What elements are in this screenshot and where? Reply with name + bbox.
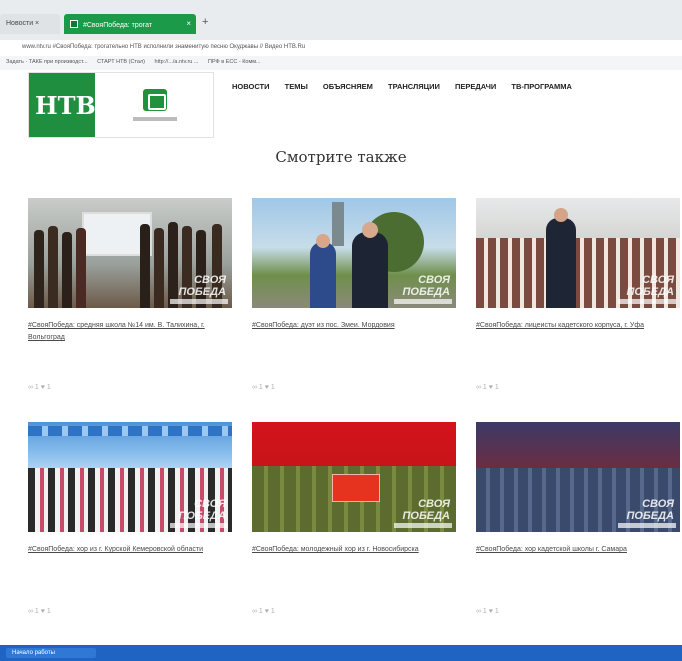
nav-item-broadcasts[interactable]: ТРАНСЛЯЦИИ xyxy=(388,82,440,91)
video-card[interactable]: СВОЯ ПОБЕДА #СвояПобеда: лицеисты кадетс… xyxy=(476,198,680,418)
browser-tab-strip: Новости × #СвояПобеда: трогат × + xyxy=(0,0,682,40)
video-thumbnail[interactable]: СВОЯ ПОБЕДА xyxy=(476,198,680,308)
page-content: НТВ НОВОСТИ ТЕМЫ ОБЪЯСНЯЕМ ТРАНСЛЯЦИИ ПЕ… xyxy=(0,70,682,650)
video-stats: ∞ 1 ♥ 1 xyxy=(476,384,499,391)
watermark-text: СВОЯ ПОБЕДА xyxy=(402,274,450,298)
video-card[interactable]: СВОЯ ПОБЕДА #СвояПобеда: дуэт из пос. Зм… xyxy=(252,198,456,418)
video-thumbnail[interactable]: СВОЯ ПОБЕДА xyxy=(252,422,456,532)
nav-item-explain[interactable]: ОБЪЯСНЯЕМ xyxy=(323,82,373,91)
bookmarks-bar: Задать · ТАКЕ при производст... СТАРТ НТ… xyxy=(0,56,682,70)
video-card[interactable]: СВОЯ ПОБЕДА #СвояПобеда: средняя школа №… xyxy=(28,198,232,418)
taskbar-start-button[interactable]: Начало работы xyxy=(6,648,96,658)
address-bar[interactable]: www.ntv.ru #СвояПобеда: трогательно НТВ … xyxy=(0,40,682,56)
video-title-link[interactable]: #СвояПобеда: средняя школа №14 им. В. Та… xyxy=(28,320,232,344)
tab-label: #СвояПобеда: трогат xyxy=(82,22,153,29)
video-stats: ∞ 1 ♥ 1 xyxy=(28,384,51,391)
video-card[interactable]: СВОЯ ПОБЕДА #СвояПобеда: молодежный хор … xyxy=(252,422,456,642)
new-tab-button[interactable]: + xyxy=(202,16,208,28)
video-card[interactable]: СВОЯ ПОБЕДА #СвояПобеда: хор из г. Курск… xyxy=(28,422,232,642)
ntv-logo-text: НТВ xyxy=(35,91,96,120)
watermark-text: СВОЯ ПОБЕДА xyxy=(402,498,450,522)
video-title-link[interactable]: #СвояПобеда: молодежный хор из г. Новоси… xyxy=(252,544,456,556)
video-stats: ∞ 1 ♥ 1 xyxy=(28,608,51,615)
video-stats: ∞ 1 ♥ 1 xyxy=(252,608,275,615)
watermark-text: СВОЯ ПОБЕДА xyxy=(626,498,674,522)
address-text: www.ntv.ru #СвояПобеда: трогательно НТВ … xyxy=(22,44,306,50)
bookmark-item[interactable]: Задать · ТАКЕ при производст... xyxy=(6,59,88,65)
video-stats: ∞ 1 ♥ 1 xyxy=(476,608,499,615)
bookmark-item[interactable]: http://.../a.ntv.ru ... xyxy=(155,59,199,65)
video-title-link[interactable]: #СвояПобеда: лицеисты кадетского корпуса… xyxy=(476,320,680,332)
nav-item-tv-program[interactable]: ТВ-ПРОГРАММА xyxy=(511,82,572,91)
video-card[interactable]: СВОЯ ПОБЕДА #СвояПобеда: хор кадетской ш… xyxy=(476,422,680,642)
ntv-favicon-icon xyxy=(70,20,78,28)
watermark-text: СВОЯ ПОБЕДА xyxy=(178,274,226,298)
section-title: Смотрите также xyxy=(275,148,407,166)
tab-inactive[interactable]: Новости × xyxy=(0,14,60,34)
video-thumbnail[interactable]: СВОЯ ПОБЕДА xyxy=(28,198,232,308)
bookmark-item[interactable]: ПРФ в ЕСС - Комм... xyxy=(208,59,261,65)
watermark-text: СВОЯ ПОБЕДА xyxy=(626,274,674,298)
video-stats: ∞ 1 ♥ 1 xyxy=(252,384,275,391)
video-thumbnail[interactable]: СВОЯ ПОБЕДА xyxy=(252,198,456,308)
video-title-link[interactable]: #СвояПобеда: хор из г. Курской Кемеровск… xyxy=(28,544,232,556)
close-tab-icon[interactable]: × xyxy=(186,19,191,28)
site-logo[interactable]: НТВ xyxy=(28,72,214,138)
nav-item-shows[interactable]: ПЕРЕДАЧИ xyxy=(455,82,496,91)
main-nav: НОВОСТИ ТЕМЫ ОБЪЯСНЯЕМ ТРАНСЛЯЦИИ ПЕРЕДА… xyxy=(232,82,585,91)
ntv-badge-icon xyxy=(133,83,177,127)
bookmark-item[interactable]: СТАРТ НТВ (Стал) xyxy=(97,59,145,65)
os-taskbar: Начало работы xyxy=(0,645,682,661)
video-title-link[interactable]: #СвояПобеда: дуэт из пос. Змеи. Мордовия xyxy=(252,320,456,332)
nav-item-topics[interactable]: ТЕМЫ xyxy=(285,82,308,91)
video-title-link[interactable]: #СвояПобеда: хор кадетской школы г. Сама… xyxy=(476,544,680,556)
tab-active[interactable]: #СвояПобеда: трогат × xyxy=(64,14,196,34)
watermark-text: СВОЯ ПОБЕДА xyxy=(178,498,226,522)
video-thumbnail[interactable]: СВОЯ ПОБЕДА xyxy=(28,422,232,532)
nav-item-news[interactable]: НОВОСТИ xyxy=(232,82,270,91)
tab-label: Новости × xyxy=(6,20,40,27)
video-thumbnail[interactable]: СВОЯ ПОБЕДА xyxy=(476,422,680,532)
